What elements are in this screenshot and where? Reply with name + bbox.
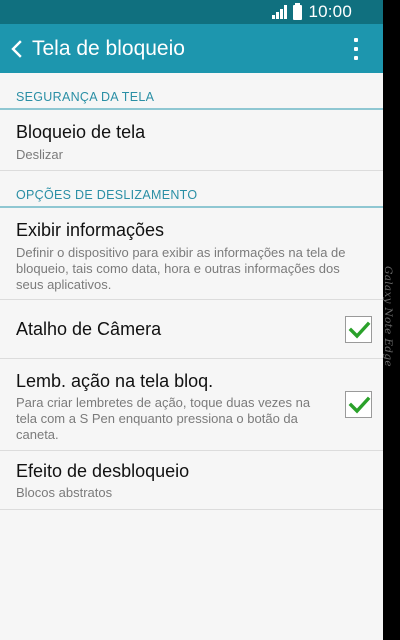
show-info-description: Definir o dispositivo para exibir as inf…	[16, 245, 346, 292]
more-options-button[interactable]	[336, 24, 376, 73]
app-bar: Tela de bloqueio	[0, 24, 383, 73]
unlock-effect-item[interactable]: Efeito de desbloqueio Blocos abstratos	[0, 451, 383, 510]
back-button[interactable]	[2, 24, 32, 73]
show-info-item[interactable]: Exibir informações Definir o dispositivo…	[0, 208, 383, 300]
page-title: Tela de bloqueio	[32, 36, 185, 60]
checkmark-icon	[348, 321, 371, 339]
status-time: 10:00	[308, 2, 352, 21]
action-memo-description: Para criar lembretes de ação, toque duas…	[16, 395, 311, 442]
device-edge-label: Galaxy Note Edge	[382, 266, 394, 367]
show-info-title: Exibir informações	[16, 220, 165, 240]
section-header-swipe: OPÇÕES DE DESLIZAMENTO	[0, 171, 383, 208]
unlock-effect-title: Efeito de desbloqueio	[16, 461, 190, 481]
unlock-effect-value: Blocos abstratos	[16, 485, 113, 500]
camera-shortcut-checkbox[interactable]	[345, 316, 372, 343]
settings-screen: 10:00 Tela de bloqueio SEGURANÇA DA TELA…	[0, 0, 383, 640]
more-vert-icon	[354, 37, 358, 60]
signal-icon	[272, 5, 288, 19]
action-memo-checkbox[interactable]	[345, 391, 372, 418]
status-bar: 10:00	[0, 0, 383, 24]
checkmark-icon	[348, 396, 371, 414]
chevron-left-icon	[11, 39, 22, 58]
status-icons: 10:00	[272, 2, 352, 22]
screen-lock-title: Bloqueio de tela	[16, 122, 146, 142]
camera-shortcut-item[interactable]: Atalho de Câmera	[0, 300, 383, 359]
settings-list: SEGURANÇA DA TELA Bloqueio de tela Desli…	[0, 73, 383, 510]
screen-lock-item[interactable]: Bloqueio de tela Deslizar	[0, 110, 383, 171]
action-memo-title: Lemb. ação na tela bloq.	[16, 371, 214, 391]
screen-lock-value: Deslizar	[16, 147, 63, 162]
action-memo-item[interactable]: Lemb. ação na tela bloq. Para criar lemb…	[0, 359, 383, 451]
section-header-security: SEGURANÇA DA TELA	[0, 73, 383, 110]
camera-shortcut-title: Atalho de Câmera	[16, 318, 162, 339]
battery-icon	[293, 2, 303, 20]
